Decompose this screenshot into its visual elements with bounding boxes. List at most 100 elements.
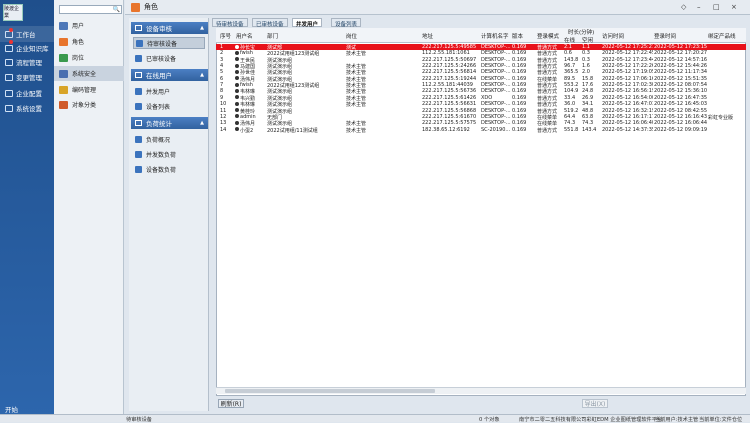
table-row[interactable]: 4 马建国 测试演示组 技术主管 222.217.125.5:24266 DESKTOP-… xyxy=(216,63,746,70)
sub-item-category[interactable]: 对象分类 xyxy=(54,97,124,112)
col-header[interactable]: 用户名 xyxy=(236,32,253,40)
panel-item-concurrent-load[interactable]: 并发数负荷 xyxy=(133,148,205,160)
col-header[interactable]: 登录模式 xyxy=(537,32,559,40)
table-cell: DESKTOP-... xyxy=(481,113,511,120)
user-icon xyxy=(235,127,239,132)
table-row[interactable]: 7 fwish 2022试用组123测试组 技术主管 112.2.55.181:4403… xyxy=(216,82,746,89)
gear-icon xyxy=(5,104,13,112)
user-icon xyxy=(235,57,239,62)
tab-concurrent-users[interactable]: 并发用户 xyxy=(292,18,323,28)
table-cell: 222.217.125.5:61670 xyxy=(422,113,477,120)
table-cell: 小蛋2 xyxy=(240,127,254,134)
table-cell: 551.8 xyxy=(564,126,579,133)
sub-item-user[interactable]: 用户 xyxy=(54,18,124,33)
table-cell: 2022-05-12 16:16:43 xyxy=(654,113,707,120)
table-cell: 0.169 xyxy=(512,82,527,89)
table-row[interactable]: 13 汤伟月 测试演示组 技术主管 222.217.125.5:57575 DESKTOP… xyxy=(216,120,746,127)
table-cell: 14 xyxy=(220,126,227,133)
col-header[interactable]: 在线 xyxy=(564,36,575,44)
col-header[interactable]: 绑定产品线 xyxy=(708,32,736,40)
table-cell: 182.38.65.12:6192 xyxy=(422,126,470,133)
col-header[interactable]: 访问时间 xyxy=(602,32,624,40)
close-button[interactable]: × xyxy=(731,3,737,11)
group-header-online-users[interactable]: 在线用户 ▲ xyxy=(131,69,208,81)
col-header[interactable]: 部门 xyxy=(267,32,278,40)
scroll-thumb[interactable] xyxy=(225,389,435,393)
nav-item-config[interactable]: 企业配置 xyxy=(0,85,54,101)
table-cell: 553.2 xyxy=(564,82,579,89)
panel-item-device-load[interactable]: 设备数负荷 xyxy=(133,163,205,175)
user-icon xyxy=(235,120,239,125)
nav-label: 企业配置 xyxy=(16,90,42,98)
nav-item-change[interactable]: 变更管理 xyxy=(0,69,54,85)
sub-label: 用户 xyxy=(72,23,85,30)
panel-item-audited-device[interactable]: 已审核设备 xyxy=(133,52,205,64)
table-cell: 11 xyxy=(220,107,227,114)
user-icon xyxy=(235,44,239,49)
col-header[interactable]: 地址 xyxy=(422,32,433,40)
table-cell: 143.8 xyxy=(564,56,579,63)
table-cell: 2022-05-12 15:44:26 xyxy=(654,63,707,70)
table-row[interactable]: 14 小蛋2 2022试用组/11测试组 技术主管 182.38.65.12:6192 S… xyxy=(216,126,746,134)
table-cell: 143.4 xyxy=(582,126,597,133)
table-cell: 222.217.125.5:49585 xyxy=(422,44,477,50)
panel-item-device-list[interactable]: 设备列表 xyxy=(133,100,205,112)
table-cell: DESKTOP-... xyxy=(481,44,511,50)
table-cell: 2022-05-12 17:23:15 xyxy=(654,44,707,50)
sub-label: 编码管理 xyxy=(72,87,97,94)
col-header[interactable]: 空闲 xyxy=(582,36,593,44)
table-cell: 112.2.55.181:44039 xyxy=(422,82,473,89)
table-cell: 9 xyxy=(220,94,224,101)
table-row[interactable]: 12 admin 无部门 222.217.125.5:61670 DESKTOP-...… xyxy=(216,113,746,121)
sub-item-role[interactable]: 角色 xyxy=(54,34,124,49)
start-button[interactable]: 开始 xyxy=(0,404,54,414)
tab-audited-device[interactable]: 已审核设备 xyxy=(252,18,288,28)
table-row[interactable]: 3 王世民 测试演示组 222.217.125.5:50697 DESKTOP-... 0… xyxy=(216,56,746,64)
tab-strip: 待审核设备 已审核设备 并发用户 设备列表 xyxy=(212,18,542,28)
nav-item-settings[interactable]: 系统设置 xyxy=(0,100,54,116)
device-icon xyxy=(135,54,142,62)
table-cell: 0.169 xyxy=(512,75,527,82)
export-button[interactable]: 导出(X) xyxy=(582,399,608,408)
sub-label: 角色 xyxy=(72,39,85,46)
table-cell: 74.3 xyxy=(582,120,594,127)
col-header[interactable]: 登录时间 xyxy=(654,32,676,40)
table-row[interactable]: 1 孙长宝 测试部 测试 222.217.125.5:49585 DESKTOP-... 0… xyxy=(216,44,746,51)
minimize-button[interactable]: – xyxy=(697,3,701,11)
nav-item-flow[interactable]: 流程管理 xyxy=(0,54,54,70)
user-icon xyxy=(235,50,239,55)
table-cell: 2.0 xyxy=(582,69,590,76)
table-cell: 2022-05-12 16:56:19 xyxy=(602,88,653,95)
table-row[interactable]: 5 孙世佳 测试演示组 技术主管 222.217.125.5:56814 DESKTOP-… xyxy=(216,69,746,76)
table-cell: admin xyxy=(240,113,256,120)
search-icon[interactable]: 🔍 xyxy=(113,6,120,13)
chart-icon xyxy=(135,135,142,143)
table-row[interactable]: 9 韦兴勤 测试演示组 技术主管 222.217.125.5:61426 XDO 0.169… xyxy=(216,94,746,102)
pin-button[interactable]: ◇ xyxy=(681,3,686,11)
maximize-button[interactable]: □ xyxy=(713,3,720,11)
table-row[interactable]: 10 韦林琳 测试演示组 技术主管 222.217.125.5:56631 DESKTOP… xyxy=(216,101,746,108)
flow-icon xyxy=(5,58,13,66)
tab-device-list[interactable]: 设备列表 xyxy=(331,18,362,28)
panel-item-load-overview[interactable]: 负荷概况 xyxy=(133,133,205,145)
tab-pending-device[interactable]: 待审核设备 xyxy=(212,18,248,28)
table-row[interactable]: 2 fwish 2022试用组123测试组 技术主管 112.2.55.181:1061… xyxy=(216,50,746,57)
col-header[interactable]: 版本 xyxy=(512,32,523,40)
table-row[interactable]: 11 黄桂玲 测试演示组 222.217.125.5:56868 DESKTOP-...… xyxy=(216,107,746,115)
refresh-button[interactable]: 刷新(R) xyxy=(218,399,244,408)
col-header[interactable]: 序号 xyxy=(220,32,231,40)
sub-item-coding[interactable]: 编码管理 xyxy=(54,82,124,97)
panel-item-concurrent-users[interactable]: 并发用户 xyxy=(133,85,205,97)
panel-item-pending-device[interactable]: 待审核设备 xyxy=(133,37,205,49)
col-header[interactable]: 岗位 xyxy=(346,32,357,40)
col-header[interactable]: 计算机名字 xyxy=(481,32,509,40)
table-cell: 2022-05-12 17:22:26 xyxy=(602,63,653,70)
table-row[interactable]: 8 韦林琳 测试演示组 技术主管 222.217.125.5:56736 DESKTOP-… xyxy=(216,88,746,95)
group-header-device-audit[interactable]: 设备审核 ▲ xyxy=(131,22,208,34)
table-row[interactable]: 6 汤伟月 测试演示组 技术主管 222.217.125.5:19244 DESKTOP-… xyxy=(216,75,746,83)
search-input[interactable]: 🔍 xyxy=(59,5,122,14)
table-cell: 2.1 xyxy=(564,44,572,50)
group-header-load-stats[interactable]: 负荷统计 ▲ xyxy=(131,117,208,129)
sub-item-post[interactable]: 岗位 xyxy=(54,50,124,65)
sub-item-security[interactable]: 系统安全 xyxy=(54,66,124,81)
